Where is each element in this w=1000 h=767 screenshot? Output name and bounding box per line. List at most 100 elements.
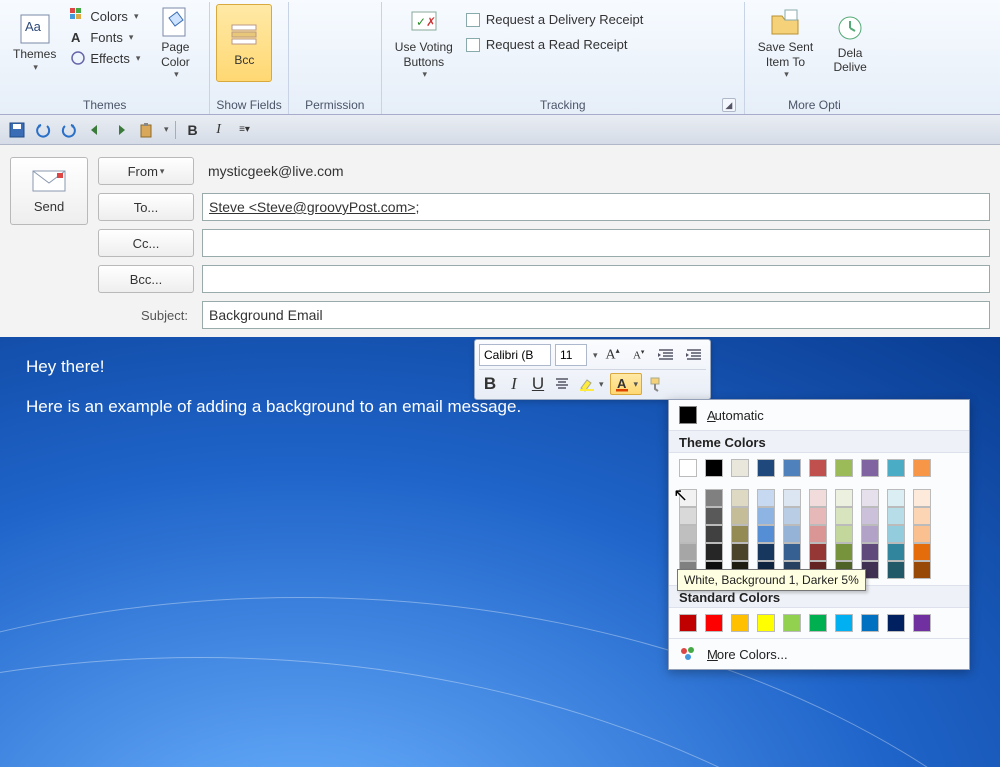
color-swatch[interactable]: [913, 543, 931, 561]
highlight-button[interactable]: ▾: [575, 373, 608, 395]
color-swatch[interactable]: [913, 489, 931, 507]
color-swatch[interactable]: [783, 525, 801, 543]
color-swatch[interactable]: [887, 507, 905, 525]
color-swatch[interactable]: [887, 459, 905, 477]
align-center-button[interactable]: [551, 373, 573, 395]
color-swatch[interactable]: [757, 459, 775, 477]
color-swatch[interactable]: [835, 459, 853, 477]
color-swatch[interactable]: [809, 543, 827, 561]
color-swatch[interactable]: [705, 614, 723, 632]
format-painter-button[interactable]: [644, 373, 668, 395]
color-swatch[interactable]: [861, 614, 879, 632]
color-swatch[interactable]: [809, 507, 827, 525]
color-swatch[interactable]: [809, 614, 827, 632]
read-receipt-checkbox[interactable]: Request a Read Receipt: [462, 35, 648, 54]
from-button[interactable]: From ▾: [98, 157, 194, 185]
color-swatch[interactable]: [887, 489, 905, 507]
delay-delivery-button[interactable]: Dela Delive: [822, 4, 878, 82]
decrease-indent-button[interactable]: [654, 344, 678, 366]
subject-field[interactable]: Background Email: [202, 301, 990, 329]
color-swatch[interactable]: [887, 543, 905, 561]
increase-indent-button[interactable]: [682, 344, 706, 366]
page-color-button[interactable]: Page Color ▾: [147, 4, 203, 82]
color-swatch[interactable]: [783, 459, 801, 477]
color-swatch[interactable]: [835, 525, 853, 543]
color-swatch[interactable]: [757, 489, 775, 507]
color-swatch[interactable]: [861, 459, 879, 477]
color-swatch[interactable]: [705, 459, 723, 477]
bold-button[interactable]: B: [479, 373, 501, 395]
message-body[interactable]: Hey there! Here is an example of adding …: [0, 337, 1000, 767]
color-swatch[interactable]: [679, 489, 697, 507]
color-swatch[interactable]: [809, 525, 827, 543]
previous-item-button[interactable]: [84, 119, 106, 141]
color-swatch[interactable]: [861, 543, 879, 561]
color-swatch[interactable]: [861, 507, 879, 525]
color-swatch[interactable]: [705, 543, 723, 561]
color-swatch[interactable]: [861, 489, 879, 507]
save-button[interactable]: [6, 119, 28, 141]
color-swatch[interactable]: [731, 525, 749, 543]
color-swatch[interactable]: [757, 507, 775, 525]
color-swatch[interactable]: [809, 459, 827, 477]
color-swatch[interactable]: [679, 459, 697, 477]
color-swatch[interactable]: [835, 543, 853, 561]
color-swatch[interactable]: [679, 543, 697, 561]
color-swatch[interactable]: [679, 614, 697, 632]
cc-button[interactable]: Cc...: [98, 229, 194, 257]
color-swatch[interactable]: [757, 543, 775, 561]
next-item-button[interactable]: [110, 119, 132, 141]
fonts-button[interactable]: A Fonts▾: [65, 27, 145, 47]
effects-button[interactable]: Effects▾: [65, 48, 145, 68]
redo-button[interactable]: [58, 119, 80, 141]
paste-button[interactable]: [136, 119, 158, 141]
color-swatch[interactable]: [835, 614, 853, 632]
color-swatch[interactable]: [679, 507, 697, 525]
undo-button[interactable]: [32, 119, 54, 141]
font-family-input[interactable]: [479, 344, 551, 366]
color-swatch[interactable]: [809, 489, 827, 507]
italic-button[interactable]: I: [208, 119, 230, 141]
color-swatch[interactable]: [731, 543, 749, 561]
color-swatch[interactable]: [835, 489, 853, 507]
shrink-font-button[interactable]: A▾: [628, 344, 650, 366]
bold-button[interactable]: B: [182, 119, 204, 141]
qat-more-button[interactable]: ≡▾: [234, 119, 256, 141]
to-field[interactable]: Steve <Steve@groovyPost.com>;: [202, 193, 990, 221]
delivery-receipt-checkbox[interactable]: Request a Delivery Receipt: [462, 10, 648, 29]
automatic-color-item[interactable]: Automatic: [669, 400, 969, 430]
colors-button[interactable]: Colors▾: [65, 6, 145, 26]
color-swatch[interactable]: [887, 561, 905, 579]
color-swatch[interactable]: [783, 543, 801, 561]
color-swatch[interactable]: [913, 614, 931, 632]
color-swatch[interactable]: [757, 525, 775, 543]
bcc-field[interactable]: [202, 265, 990, 293]
color-swatch[interactable]: [731, 489, 749, 507]
color-swatch[interactable]: [835, 507, 853, 525]
use-voting-buttons-button[interactable]: ✓✗ Use Voting Buttons ▾: [388, 4, 460, 82]
color-swatch[interactable]: [705, 507, 723, 525]
bcc-button[interactable]: Bcc: [216, 4, 272, 82]
color-swatch[interactable]: [705, 525, 723, 543]
color-swatch[interactable]: [731, 614, 749, 632]
grow-font-button[interactable]: A▴: [602, 344, 624, 366]
color-swatch[interactable]: [783, 614, 801, 632]
more-colors-item[interactable]: More Colors...: [669, 638, 969, 669]
bcc-field-button[interactable]: Bcc...: [98, 265, 194, 293]
color-swatch[interactable]: [731, 507, 749, 525]
tracking-dialog-launcher[interactable]: ◢: [722, 98, 736, 112]
color-swatch[interactable]: [731, 459, 749, 477]
send-button[interactable]: Send: [10, 157, 88, 225]
color-swatch[interactable]: [861, 525, 879, 543]
color-swatch[interactable]: [705, 489, 723, 507]
to-button[interactable]: To...: [98, 193, 194, 221]
color-swatch[interactable]: [783, 489, 801, 507]
font-color-button[interactable]: A▾: [610, 373, 643, 395]
color-swatch[interactable]: [757, 614, 775, 632]
color-swatch[interactable]: [913, 525, 931, 543]
font-size-input[interactable]: [555, 344, 587, 366]
italic-button[interactable]: I: [503, 373, 525, 395]
color-swatch[interactable]: [913, 459, 931, 477]
color-swatch[interactable]: [783, 507, 801, 525]
chevron-down-icon[interactable]: ▾: [593, 350, 598, 361]
